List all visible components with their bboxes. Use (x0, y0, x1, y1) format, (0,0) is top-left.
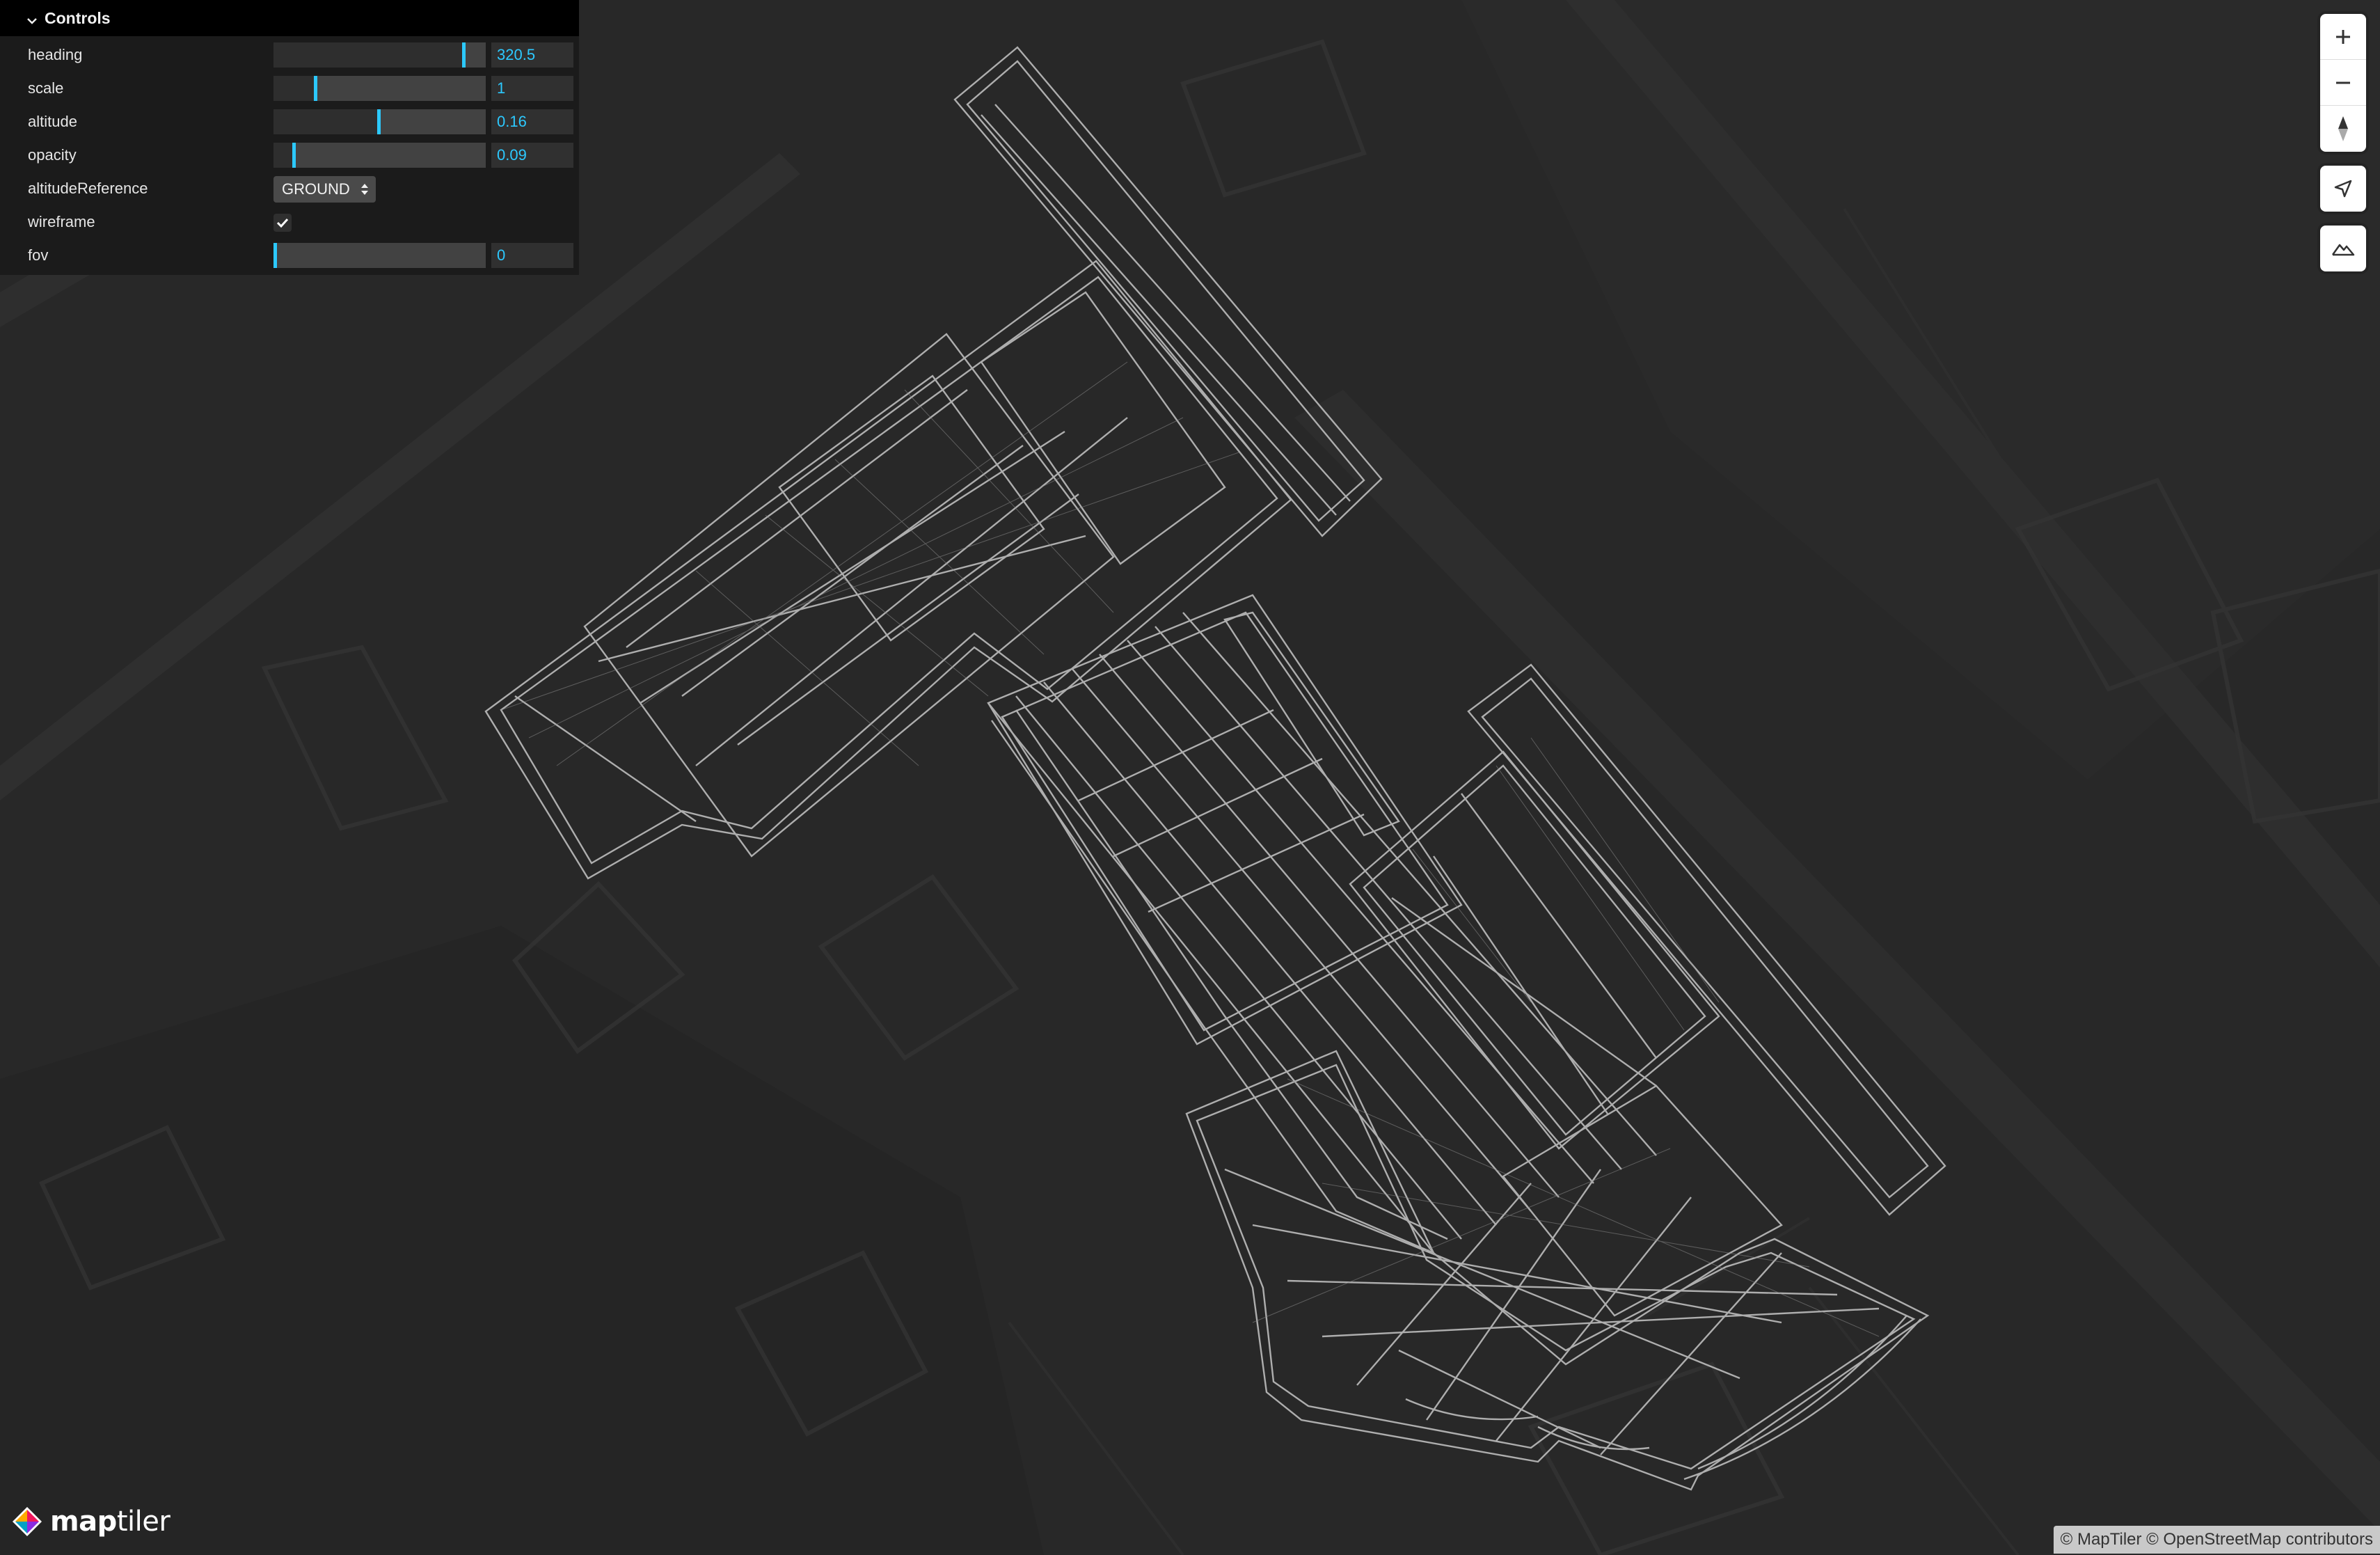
wireframe-checkbox[interactable] (273, 214, 292, 232)
geolocate-icon (2334, 180, 2352, 198)
control-row-altitude: altitude 0.16 (0, 105, 579, 139)
fov-slider[interactable] (273, 243, 486, 268)
control-row-altitude-reference: altitudeReference GROUND (0, 172, 579, 205)
zoom-in-button[interactable] (2320, 14, 2366, 60)
altitude-label: altitude (28, 113, 77, 130)
altitude-reference-select[interactable]: GROUND (273, 176, 376, 203)
control-row-wireframe: wireframe (0, 205, 579, 239)
opacity-label: opacity (28, 146, 77, 164)
terrain-control (2320, 226, 2366, 271)
controls-title: Controls (45, 8, 111, 27)
zoom-out-icon (2336, 81, 2350, 84)
geolocate-button[interactable] (2320, 166, 2366, 212)
checkmark-icon (276, 218, 289, 228)
geolocate-control (2320, 166, 2366, 212)
altitude-slider-fill (273, 109, 378, 134)
heading-label: heading (28, 46, 83, 63)
compass-icon (2338, 116, 2348, 141)
fov-value-input[interactable]: 0 (491, 243, 573, 268)
maptiler-logo-text: maptiler (50, 1506, 170, 1538)
scale-label: scale (28, 79, 64, 97)
heading-value-input[interactable]: 320.5 (491, 42, 573, 68)
heading-slider-thumb[interactable] (462, 42, 466, 68)
opacity-slider-fill (273, 143, 293, 168)
fov-slider-thumb[interactable] (273, 243, 277, 268)
opacity-slider[interactable] (273, 143, 486, 168)
controls-title-bar[interactable]: Controls (0, 0, 579, 36)
heading-slider-fill (273, 42, 463, 68)
opacity-value-input[interactable]: 0.09 (491, 143, 573, 168)
terrain-button[interactable] (2320, 226, 2366, 271)
opacity-slider-thumb[interactable] (292, 143, 296, 168)
altitude-reference-selected-value: GROUND (282, 180, 350, 198)
control-row-scale: scale 1 (0, 72, 579, 105)
scale-value-input[interactable]: 1 (491, 76, 573, 101)
navigation-control (2320, 14, 2366, 152)
chevron-down-icon[interactable] (26, 13, 38, 24)
wireframe-label: wireframe (28, 213, 95, 230)
scale-slider[interactable] (273, 76, 486, 101)
terrain-icon (2331, 244, 2355, 256)
scale-slider-fill (273, 76, 314, 101)
control-row-heading: heading 320.5 (0, 38, 579, 72)
scale-slider-thumb[interactable] (313, 76, 317, 101)
altitude-slider-thumb[interactable] (377, 109, 381, 134)
map-attribution[interactable]: © MapTiler © OpenStreetMap contributors (2053, 1526, 2380, 1554)
maptiler-logo-icon (13, 1507, 42, 1536)
controls-panel: Controls heading 320.5 scale 1 altitude … (0, 0, 579, 275)
heading-slider[interactable] (273, 42, 486, 68)
control-row-opacity: opacity 0.09 (0, 139, 579, 172)
zoom-out-button[interactable] (2320, 60, 2366, 106)
altitude-slider[interactable] (273, 109, 486, 134)
fov-label: fov (28, 246, 49, 264)
maptiler-logo[interactable]: maptiler (11, 1502, 170, 1541)
zoom-in-icon (2336, 29, 2350, 44)
compass-button[interactable] (2320, 106, 2366, 152)
altitude-value-input[interactable]: 0.16 (491, 109, 573, 134)
select-updown-icon (361, 184, 368, 195)
control-row-fov: fov 0 (0, 239, 579, 272)
altitude-reference-label: altitudeReference (28, 180, 148, 197)
